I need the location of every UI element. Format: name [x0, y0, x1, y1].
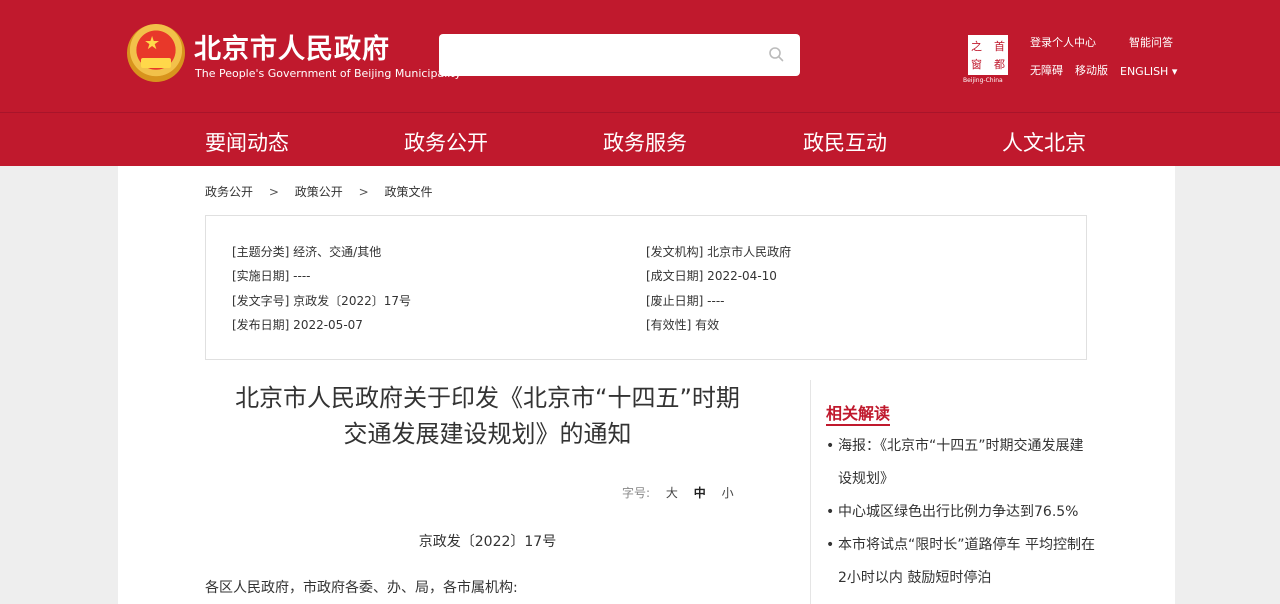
logo-char: 都	[994, 58, 1005, 71]
nav-culture[interactable]: 人文北京	[1002, 127, 1086, 157]
sidebar-divider	[810, 380, 811, 604]
accessibility-link[interactable]: 无障碍	[1030, 62, 1063, 78]
meta-issuer: [发文机构] 北京市人民政府	[646, 245, 792, 259]
related-list: 海报：《北京市“十四五”时期交通发展建设规划》 中心城区绿色出行比例力争达到76…	[826, 430, 1096, 595]
meta-topic: [主题分类] 经济、交通/其他	[232, 245, 382, 259]
mobile-link[interactable]: 移动版	[1075, 62, 1108, 78]
site-title[interactable]: 北京市人民政府	[194, 27, 390, 66]
meta-effective-date: [实施日期] ----	[232, 269, 311, 283]
related-item-poster[interactable]: 海报：《北京市“十四五”时期交通发展建设规划》	[826, 430, 1096, 496]
site-subtitle[interactable]: The People's Government of Beijing Munic…	[195, 67, 461, 80]
search-input[interactable]	[439, 34, 800, 76]
breadcrumb-separator: >	[358, 185, 369, 199]
article-salutation: 各区人民政府，市政府各委、办、局，各市属机构:	[205, 580, 518, 596]
logo-char: 首	[994, 40, 1005, 53]
breadcrumb-separator: >	[268, 185, 279, 199]
breadcrumb-item[interactable]: 政务公开	[205, 185, 253, 199]
capital-logo-caption: Beijing-China	[963, 77, 1003, 84]
nav-gov-services[interactable]: 政务服务	[603, 127, 687, 157]
related-item-green-travel[interactable]: 中心城区绿色出行比例力争达到76.5%	[826, 496, 1096, 529]
search-icon[interactable]	[768, 46, 784, 62]
logo-char: 窗	[971, 58, 982, 71]
logo-char: 之	[971, 40, 982, 53]
font-large-button[interactable]: 大	[666, 486, 678, 500]
login-link[interactable]: 登录个人中心	[1030, 34, 1096, 50]
tiananmen-gate-icon	[141, 58, 171, 68]
font-size-control: 字号: 大 中 小	[622, 484, 734, 501]
article-title-line: 北京市人民政府关于印发《北京市“十四五”时期	[235, 384, 740, 412]
font-small-button[interactable]: 小	[722, 486, 734, 500]
english-link[interactable]: ENGLISH ▾	[1120, 65, 1177, 78]
related-title-underline	[826, 424, 890, 426]
meta-doc-number: [发文字号] 京政发〔2022〕17号	[232, 294, 411, 308]
article-doc-number: 京政发〔2022〕17号	[418, 534, 557, 550]
article-title-line: 交通发展建设规划》的通知	[343, 420, 632, 448]
meta-expiry-date: [废止日期] ----	[646, 294, 725, 308]
nav-interaction[interactable]: 政民互动	[803, 127, 887, 157]
document-metadata	[205, 215, 1087, 360]
meta-validity: [有效性] 有效	[646, 318, 720, 332]
capital-window-logo[interactable]: 之 首 窗 都	[966, 33, 1010, 77]
related-title: 相关解读	[826, 404, 891, 423]
header: ★ 北京市人民政府 The People's Government of Bei…	[0, 0, 1280, 112]
national-emblem-icon[interactable]: ★	[127, 24, 185, 82]
related-item-parking[interactable]: 本市将试点“限时长”道路停车 平均控制在2小时以内 鼓励短时停泊	[826, 529, 1096, 595]
nav-gov-affairs[interactable]: 政务公开	[404, 127, 488, 157]
meta-publish-date: [发布日期] 2022-05-07	[232, 318, 363, 332]
breadcrumb: 政务公开 > 政策公开 > 政策文件	[205, 183, 432, 200]
article-title: 北京市人民政府关于印发《北京市“十四五”时期 交通发展建设规划》的通知	[205, 380, 770, 452]
font-size-label: 字号:	[622, 486, 651, 500]
breadcrumb-item[interactable]: 政策公开	[295, 185, 343, 199]
meta-created-date: [成文日期] 2022-04-10	[646, 269, 777, 283]
smart-qa-link[interactable]: 智能问答	[1129, 34, 1173, 50]
main-nav: 要闻动态 政务公开 政务服务 政民互动 人文北京	[0, 112, 1280, 166]
nav-news[interactable]: 要闻动态	[205, 127, 289, 157]
star-icon: ★	[144, 33, 161, 54]
font-medium-button[interactable]: 中	[694, 486, 706, 500]
breadcrumb-item[interactable]: 政策文件	[384, 185, 432, 199]
